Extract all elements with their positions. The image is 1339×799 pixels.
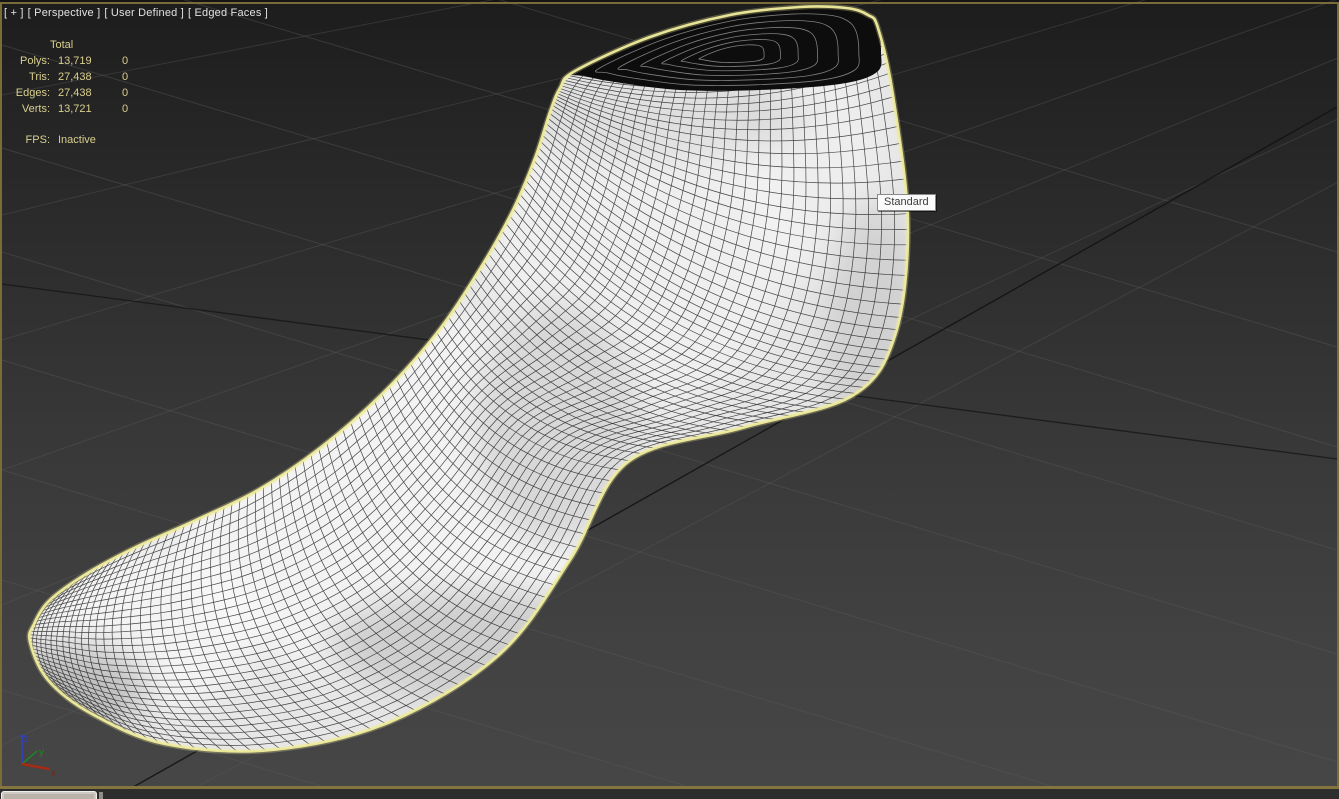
fps-label: FPS: [25,134,50,146]
track-bar-strip [0,789,1339,799]
stats-row-fps: FPS: Inactive [10,132,152,148]
stats-total-value: 27,438 [58,87,92,99]
fps-value: Inactive [58,134,96,146]
stats-total-value: 13,719 [58,55,92,67]
viewport-border-left [0,2,2,789]
stats-row-polys: Polys: 13,719 0 [10,53,152,69]
axis-z-label: z [24,734,29,745]
axis-x-label: x [51,768,56,779]
3d-viewport-window: zyx [ + ] [ Perspective ][ User Defined ]… [0,0,1339,799]
stats-row-tris: Tris: 27,438 0 [10,69,152,85]
stats-label: Edges: [15,87,50,99]
stats-header-total: Total [50,39,74,51]
stats-label: Polys: [20,55,50,67]
time-slider-nub[interactable] [99,792,103,799]
statistics-overlay: Total Polys: 13,719 0 Tris: 27,438 0 Edg… [10,37,152,148]
material-tooltip: Standard [877,194,936,211]
stats-selected-value: 0 [122,87,129,99]
viewport-border-top [0,2,1339,4]
stats-selected-value: 0 [122,55,129,67]
time-slider-track[interactable] [1,791,97,799]
viewport-label: [ + ] [ Perspective ][ User Defined ] [ Ed… [4,7,272,19]
stats-selected-value: 0 [122,71,129,83]
perspective-viewport-canvas[interactable]: zyx [0,0,1339,799]
viewport-menu-lighting[interactable]: [ User Defined ] [104,7,184,19]
axis-y-label: y [39,747,44,758]
stats-selected-value: 0 [122,103,129,115]
viewport-menu-general[interactable]: [ + ] [4,7,24,19]
time-slider-inner [4,794,94,799]
stats-label: Verts: [21,103,50,115]
viewport-menu-shading[interactable]: [ Edged Faces ] [188,7,268,19]
viewport-menu-pov[interactable]: [ Perspective ] [28,7,101,19]
stats-label: Tris: [29,71,50,83]
stats-row-verts: Verts: 13,721 0 [10,101,152,117]
stats-row-edges: Edges: 27,438 0 [10,85,152,101]
stats-total-value: 13,721 [58,103,92,115]
stats-total-value: 27,438 [58,71,92,83]
